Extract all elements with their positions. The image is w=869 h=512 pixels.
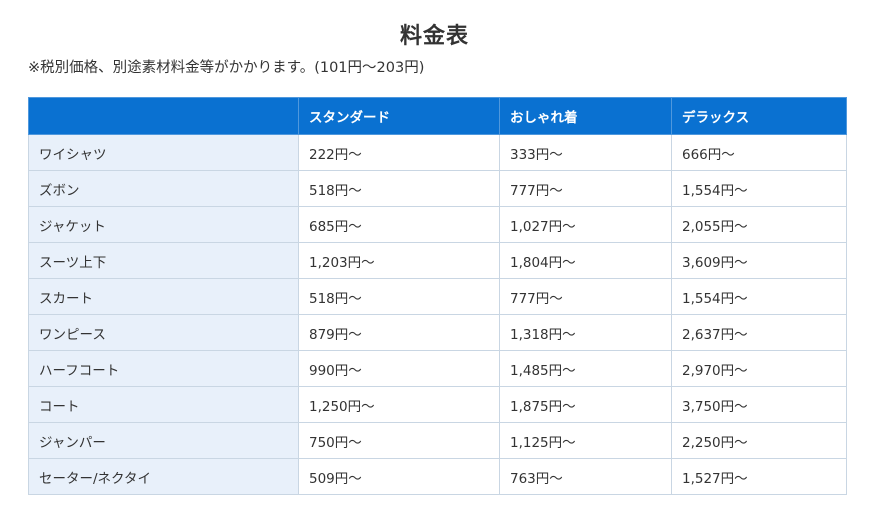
table-row: セーター/ネクタイ 509円〜 763円〜 1,527円〜 (28, 458, 847, 495)
item-name: ワンピース (28, 314, 299, 351)
price-fashion: 1,804円〜 (499, 242, 672, 279)
price-standard: 990円〜 (298, 350, 500, 387)
price-standard: 518円〜 (298, 278, 500, 315)
price-fashion: 763円〜 (499, 458, 672, 495)
price-fashion: 1,125円〜 (499, 422, 672, 459)
table-row: スーツ上下 1,203円〜 1,804円〜 3,609円〜 (28, 242, 847, 279)
item-name: ジャンパー (28, 422, 299, 459)
table-row: ジャケット 685円〜 1,027円〜 2,055円〜 (28, 206, 847, 243)
header-fashion: おしゃれ着 (499, 97, 672, 135)
price-deluxe: 3,750円〜 (671, 386, 847, 423)
price-fashion: 333円〜 (499, 134, 672, 171)
price-fashion: 1,875円〜 (499, 386, 672, 423)
item-name: ジャケット (28, 206, 299, 243)
price-deluxe: 2,250円〜 (671, 422, 847, 459)
table-row: ジャンパー 750円〜 1,125円〜 2,250円〜 (28, 422, 847, 459)
table-row: ハーフコート 990円〜 1,485円〜 2,970円〜 (28, 350, 847, 387)
price-deluxe: 2,637円〜 (671, 314, 847, 351)
table-header: スタンダード おしゃれ着 デラックス (28, 97, 847, 135)
price-deluxe: 2,055円〜 (671, 206, 847, 243)
header-standard: スタンダード (298, 97, 500, 135)
price-standard: 518円〜 (298, 170, 500, 207)
header-row: スタンダード おしゃれ着 デラックス (28, 97, 847, 135)
table-row: コート 1,250円〜 1,875円〜 3,750円〜 (28, 386, 847, 423)
page-title: 料金表 (399, 23, 469, 49)
price-standard: 1,203円〜 (298, 242, 500, 279)
price-fashion: 1,485円〜 (499, 350, 672, 387)
price-deluxe: 1,527円〜 (671, 458, 847, 495)
item-name: スカート (28, 278, 299, 315)
item-name: ハーフコート (28, 350, 299, 387)
price-fashion: 1,318円〜 (499, 314, 672, 351)
item-name: セーター/ネクタイ (28, 458, 299, 495)
price-deluxe: 666円〜 (671, 134, 847, 171)
table-row: ワンピース 879円〜 1,318円〜 2,637円〜 (28, 314, 847, 351)
price-deluxe: 3,609円〜 (671, 242, 847, 279)
price-standard: 222円〜 (298, 134, 500, 171)
price-fashion: 777円〜 (499, 170, 672, 207)
price-fashion: 777円〜 (499, 278, 672, 315)
item-name: ワイシャツ (28, 134, 299, 171)
price-standard: 1,250円〜 (298, 386, 500, 423)
header-deluxe: デラックス (671, 97, 847, 135)
item-name: ズボン (28, 170, 299, 207)
price-standard: 685円〜 (298, 206, 500, 243)
table-row: スカート 518円〜 777円〜 1,554円〜 (28, 278, 847, 315)
price-standard: 750円〜 (298, 422, 500, 459)
header-item-column (28, 97, 299, 135)
price-deluxe: 1,554円〜 (671, 170, 847, 207)
price-deluxe: 1,554円〜 (671, 278, 847, 315)
price-note: ※税別価格、別途素材料金等がかかります。(101円〜203円) (28, 60, 425, 76)
price-standard: 879円〜 (298, 314, 500, 351)
price-standard: 509円〜 (298, 458, 500, 495)
item-name: スーツ上下 (28, 242, 299, 279)
table-row: ズボン 518円〜 777円〜 1,554円〜 (28, 170, 847, 207)
price-deluxe: 2,970円〜 (671, 350, 847, 387)
table-row: ワイシャツ 222円〜 333円〜 666円〜 (28, 134, 847, 171)
item-name: コート (28, 386, 299, 423)
price-table: スタンダード おしゃれ着 デラックス ワイシャツ 222円〜 333円〜 666… (28, 97, 847, 495)
price-fashion: 1,027円〜 (499, 206, 672, 243)
